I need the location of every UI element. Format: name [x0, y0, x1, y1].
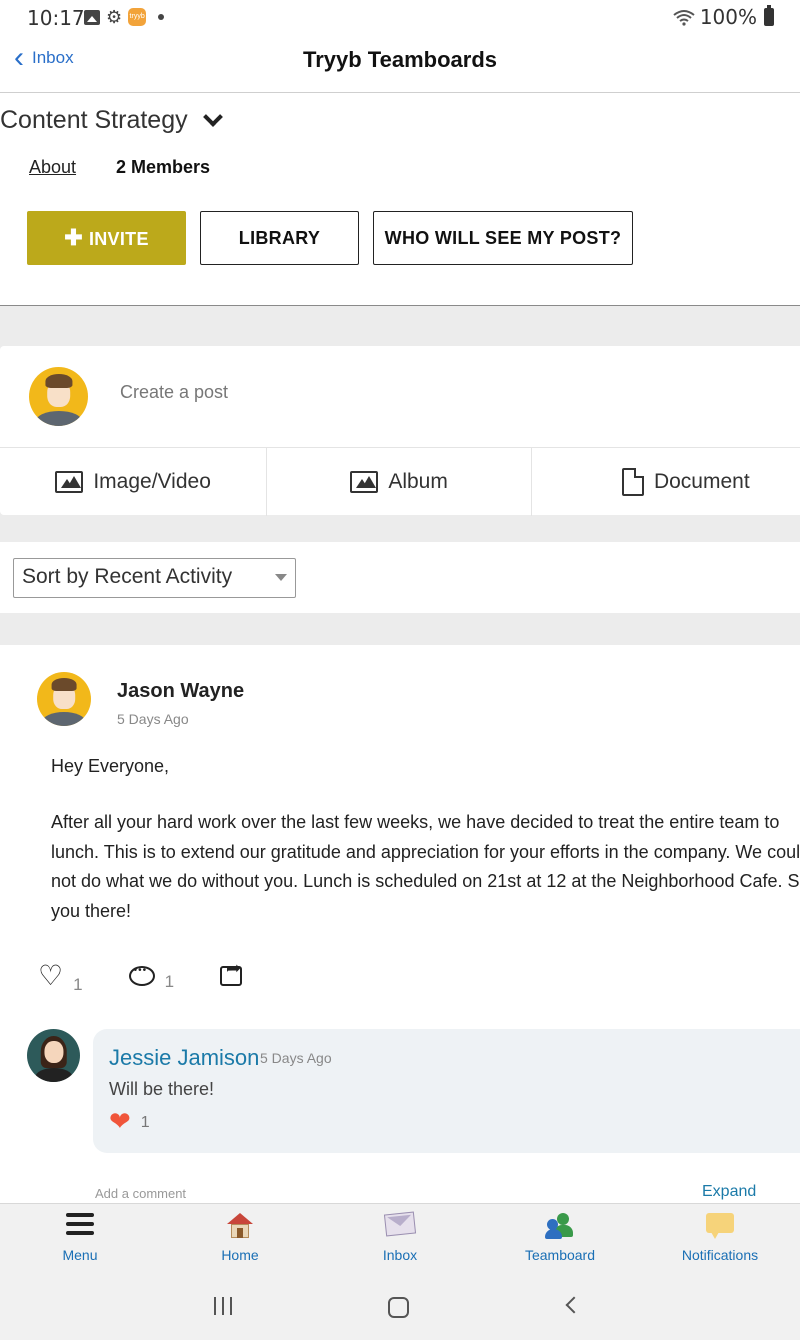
status-right: 100%: [672, 5, 774, 29]
more-notifications-dot-icon: [158, 14, 165, 20]
inbox-icon: [383, 1211, 417, 1237]
settings-notification-icon: ⚙: [106, 7, 123, 27]
nav-teamboard[interactable]: Teamboard: [480, 1204, 640, 1276]
menu-icon: [66, 1213, 94, 1235]
members-link[interactable]: 2 Members: [116, 157, 210, 178]
group-selector[interactable]: Content Strategy: [0, 106, 223, 135]
nav-label: Inbox: [382, 1247, 418, 1263]
notifications-icon: [706, 1213, 734, 1239]
nav-label: Home: [221, 1247, 259, 1263]
nav-inbox[interactable]: Inbox: [320, 1204, 480, 1276]
nav-label: Menu: [62, 1247, 98, 1263]
battery-percent: 100%: [699, 5, 757, 29]
who-will-see-button[interactable]: WHO WILL SEE MY POST?: [373, 211, 633, 265]
wifi-icon: [673, 10, 695, 26]
sort-card: Sort by Recent Activity: [0, 542, 800, 613]
status-time: 10:17: [27, 6, 85, 30]
image-icon: [55, 471, 84, 493]
heart-filled-icon: ❤: [109, 1106, 131, 1136]
sort-selected-value: Sort by Recent Activity: [22, 565, 233, 588]
post-author[interactable]: Jason Wayne: [117, 680, 244, 703]
battery-icon: [764, 5, 774, 26]
comment-timestamp: 5 Days Ago: [260, 1050, 332, 1066]
sort-select[interactable]: Sort by Recent Activity: [13, 558, 296, 598]
post-reactions: ♡ 1 1: [38, 958, 288, 995]
chevron-down-icon: [202, 106, 223, 127]
create-post-input[interactable]: Create a post: [120, 382, 228, 403]
post-timestamp: 5 Days Ago: [117, 711, 189, 727]
page-title: Tryyb Teamboards: [303, 47, 497, 72]
invite-label: INVITE: [88, 229, 149, 249]
plus-icon: ✚: [64, 225, 83, 250]
image-icon: [350, 471, 379, 493]
image-video-button[interactable]: Image/Video: [0, 448, 268, 516]
add-comment-input[interactable]: Add a comment: [95, 1186, 186, 1201]
invite-button[interactable]: ✚ INVITE: [27, 211, 186, 265]
comment-bubble: Jessie Jamison 5 Days Ago Will be there!…: [93, 1029, 800, 1153]
album-button[interactable]: Album: [267, 448, 532, 516]
about-link[interactable]: About: [29, 157, 76, 178]
image-video-label: Image/Video: [93, 470, 211, 493]
post-card: Jason Wayne 5 Days Ago Hey Everyone, Aft…: [0, 645, 800, 1203]
gallery-notification-icon: [84, 9, 100, 25]
media-options: Image/Video Album Document: [0, 447, 800, 516]
group-title: Content Strategy: [0, 106, 188, 134]
nav-menu[interactable]: Menu: [0, 1204, 160, 1276]
post-body: After all your hard work over the last f…: [51, 808, 800, 926]
post-body-line: lunch. This is to extend our gratitude a…: [51, 841, 800, 862]
nav-notifications[interactable]: Notifications: [640, 1204, 800, 1276]
post-body-line: After all your hard work over the last f…: [51, 812, 780, 832]
expand-link[interactable]: Expand: [702, 1183, 756, 1201]
album-label: Album: [388, 470, 448, 493]
status-notification-icons: ⚙ tryyb: [84, 7, 165, 27]
status-bar: 10:17 ⚙ tryyb 100%: [0, 0, 800, 34]
comment-author[interactable]: Jessie Jamison: [109, 1045, 259, 1071]
post-greeting: Hey Everyone,: [51, 756, 170, 776]
share-button[interactable]: [220, 958, 243, 986]
bottom-navigation: Menu Home Inbox Teamboard Notifications: [0, 1203, 800, 1275]
comment-text: Will be there!: [109, 1079, 215, 1099]
library-button[interactable]: LIBRARY: [200, 211, 359, 265]
app-header: ‹ Inbox Tryyb Teamboards: [0, 34, 800, 93]
document-icon: [621, 468, 644, 496]
user-avatar: [29, 367, 88, 426]
system-back-icon[interactable]: [565, 1296, 583, 1314]
share-icon: [220, 958, 243, 986]
like-button[interactable]: ♡ 1: [38, 960, 83, 995]
nav-label: Teamboard: [524, 1247, 596, 1263]
create-post-card: Create a post Image/Video Album Document: [0, 346, 800, 516]
comment-count: 1: [164, 972, 175, 991]
nav-label: Notifications: [681, 1247, 759, 1263]
comment-bubble-icon: [128, 965, 155, 986]
recent-apps-icon[interactable]: [214, 1297, 232, 1315]
group-header: Content Strategy About 2 Members ✚ INVITE…: [0, 94, 800, 306]
dropdown-arrow-icon: [275, 574, 287, 581]
system-navigation-bar: [0, 1275, 800, 1340]
author-avatar[interactable]: [37, 672, 91, 726]
post-body-line: you there!: [51, 900, 132, 921]
nav-home[interactable]: Home: [160, 1204, 320, 1276]
home-icon: [227, 1213, 253, 1239]
heart-outline-icon: ♡: [38, 960, 64, 991]
teamboard-icon: [545, 1213, 575, 1239]
comment-like-button[interactable]: ❤ 1: [109, 1106, 150, 1136]
comment-like-count: 1: [140, 1114, 150, 1131]
document-button[interactable]: Document: [532, 448, 800, 516]
post-body-line: not do what we do without you. Lunch is …: [51, 871, 800, 891]
commenter-avatar[interactable]: [27, 1029, 80, 1082]
comment-button[interactable]: 1: [128, 965, 174, 991]
like-count: 1: [73, 975, 83, 994]
app-notification-icon: tryyb: [128, 8, 147, 26]
document-label: Document: [653, 470, 750, 493]
system-home-icon[interactable]: [388, 1297, 409, 1318]
